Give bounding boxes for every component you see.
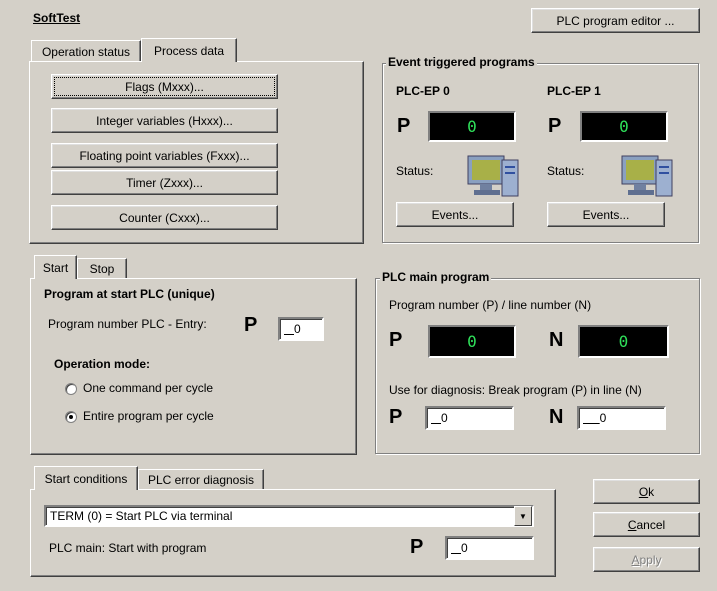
ep0-p-letter: P: [397, 115, 411, 137]
main-start-label: PLC main: Start with program: [49, 541, 207, 555]
main-start-program-input[interactable]: 0: [445, 536, 534, 560]
entry-p-letter: P: [244, 314, 258, 336]
dialog-title: SoftTest: [33, 11, 81, 25]
ep1-status-label: Status:: [547, 164, 585, 178]
ep0-status-label: Status:: [396, 164, 434, 178]
tab-stop[interactable]: Stop: [77, 258, 127, 279]
ep1-program-display: 0: [580, 111, 668, 142]
cancel-button[interactable]: Cancel: [593, 512, 700, 537]
ep0-events-button[interactable]: Events...: [396, 202, 514, 227]
ep1-events-button[interactable]: Events...: [547, 202, 665, 227]
start-conditions-panel: [30, 489, 556, 577]
operation-mode-label: Operation mode:: [54, 357, 151, 371]
radio-one-command[interactable]: [65, 383, 77, 395]
computer-status-icon: [621, 155, 673, 197]
tab-start-conditions[interactable]: Start conditions: [34, 466, 138, 490]
radio-entire-program-label[interactable]: Entire program per cycle: [83, 409, 214, 423]
main-program-desc: Program number (P) / line number (N): [389, 298, 592, 312]
flags-button[interactable]: Flags (Mxxx)...: [51, 74, 278, 99]
start-condition-select[interactable]: TERM (0) = Start PLC via terminal ▼: [44, 505, 534, 527]
ok-button[interactable]: Ok: [593, 479, 700, 504]
ep0-label: PLC-EP 0: [396, 84, 450, 98]
tab-start[interactable]: Start: [34, 255, 77, 279]
radio-entire-program[interactable]: [65, 411, 77, 423]
entry-program-number-input[interactable]: 0: [278, 317, 324, 341]
break-n-letter: N: [549, 406, 564, 428]
main-p-letter: P: [389, 329, 403, 351]
floating-point-variables-button[interactable]: Floating point variables (Fxxx)...: [51, 143, 278, 168]
entry-label: Program number PLC - Entry:: [48, 317, 207, 331]
diagnosis-label: Use for diagnosis: Break program (P) in …: [389, 383, 642, 397]
ep1-label: PLC-EP 1: [547, 84, 601, 98]
start-heading: Program at start PLC (unique): [44, 287, 215, 301]
counter-button[interactable]: Counter (Cxxx)...: [51, 205, 278, 230]
ep0-program-display: 0: [428, 111, 516, 142]
plc-program-editor-button[interactable]: PLC program editor ...: [531, 8, 700, 33]
break-p-letter: P: [389, 406, 403, 428]
main-line-number-display: 0: [578, 325, 669, 358]
apply-button[interactable]: Apply: [593, 547, 700, 572]
computer-status-icon: [467, 155, 519, 197]
chevron-down-icon[interactable]: ▼: [514, 506, 532, 526]
break-line-input[interactable]: 0: [577, 406, 666, 430]
integer-variables-button[interactable]: Integer variables (Hxxx)...: [51, 108, 278, 133]
tab-process-data[interactable]: Process data: [141, 38, 237, 62]
tab-plc-error-diagnosis[interactable]: PLC error diagnosis: [138, 469, 264, 490]
ep1-p-letter: P: [548, 115, 562, 137]
event-programs-title: Event triggered programs: [386, 55, 537, 69]
break-program-input[interactable]: 0: [425, 406, 514, 430]
main-program-title: PLC main program: [380, 270, 492, 284]
tab-operation-status[interactable]: Operation status: [31, 40, 141, 62]
start-p-letter: P: [410, 536, 424, 558]
timer-button[interactable]: Timer (Zxxx)...: [51, 170, 278, 195]
main-n-letter: N: [549, 329, 564, 351]
radio-one-command-label[interactable]: One command per cycle: [83, 381, 213, 395]
main-program-number-display: 0: [428, 325, 516, 358]
